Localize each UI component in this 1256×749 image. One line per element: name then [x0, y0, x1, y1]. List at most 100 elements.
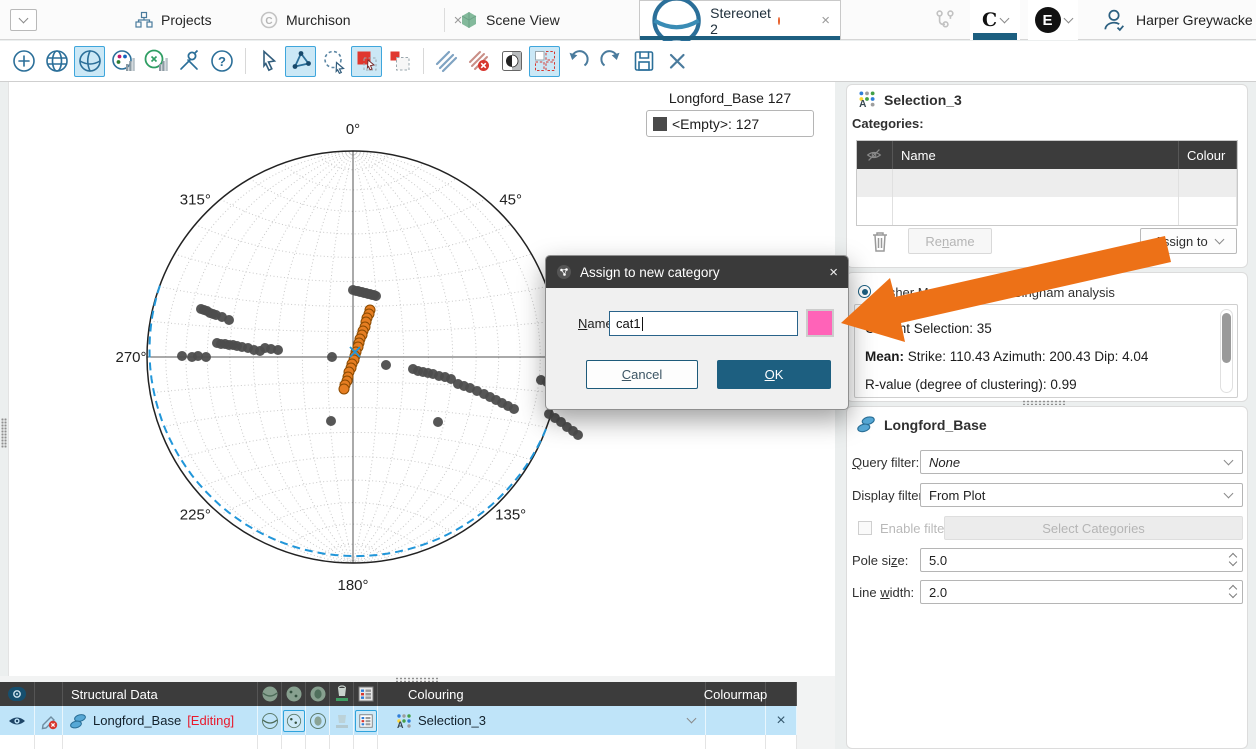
- pole-point[interactable]: [433, 417, 443, 427]
- show-planes-icon[interactable]: .s *,g.s{fill:none;stroke:#2b6f99;stroke…: [430, 46, 461, 77]
- category-colour-swatch[interactable]: [806, 309, 834, 337]
- tab-scene-view[interactable]: Scene View: [450, 0, 570, 40]
- planes-toggle[interactable]: [258, 706, 282, 735]
- legend-swatch-icon: [653, 117, 667, 131]
- dialog-title-bar[interactable]: Assign to new category ×: [546, 256, 848, 288]
- cancel-button[interactable]: Cancel: [586, 360, 698, 389]
- scene-globe-icon[interactable]: .s *,g.s{fill:none;stroke:#2b6f99;stroke…: [41, 46, 72, 77]
- colouring-cell[interactable]: A Selection_3: [378, 706, 706, 735]
- dialog-title: Assign to new category: [580, 265, 720, 280]
- enable-filter-label: Enable filter:: [880, 521, 952, 536]
- statistics-icon[interactable]: .s *,g.s{fill:none;stroke:#2b6f99;stroke…: [140, 46, 171, 77]
- eye-slash-icon: [865, 146, 883, 164]
- toolbar-separator: [423, 48, 424, 74]
- chevron-down-icon: [1224, 455, 1234, 465]
- category-row-empty[interactable]: [857, 197, 1237, 225]
- bingham-analysis-radio[interactable]: [993, 285, 1006, 298]
- pole-point[interactable]: [326, 416, 336, 426]
- polyline-select-icon[interactable]: .s *,g.s{fill:none;stroke:#2b6f99;stroke…: [285, 46, 316, 77]
- query-filter-label: Query filter:: [852, 455, 919, 470]
- remove-planes-icon[interactable]: .s *,g.s{fill:none;stroke:#2b6f99;stroke…: [463, 46, 494, 77]
- pole-point[interactable]: [201, 352, 211, 362]
- tab-stereonet-2-active[interactable]: Stereonet 2 ×: [639, 0, 841, 40]
- user-icon[interactable]: [1100, 6, 1128, 34]
- pole-point[interactable]: [224, 315, 234, 325]
- chevron-down-icon: [687, 714, 697, 724]
- dialog-close-icon[interactable]: ×: [829, 264, 838, 281]
- colouring-options-icon[interactable]: .s *,g.s{fill:none;stroke:#2b6f99;stroke…: [107, 46, 138, 77]
- line-width-spinner[interactable]: 2.0: [920, 580, 1243, 604]
- lasso-select-icon[interactable]: .s *,g.s{fill:none;stroke:#2b6f99;stroke…: [318, 46, 349, 77]
- selected-pole-point[interactable]: [339, 384, 349, 394]
- empty-shape-row: [0, 735, 797, 749]
- visibility-cell[interactable]: [0, 706, 35, 735]
- svg-text:A: A: [859, 99, 867, 108]
- object-name: Longford_Base: [93, 713, 181, 728]
- query-filter-combo[interactable]: None: [920, 450, 1243, 474]
- central-menu-button[interactable]: C: [970, 0, 1020, 40]
- svg-text:A: A: [397, 720, 404, 729]
- assign-to-button[interactable]: Assign to: [1140, 228, 1237, 254]
- left-splitter-grip[interactable]: [1, 418, 7, 448]
- contours-sphere-icon: [309, 685, 327, 703]
- azimuth-label: 0°: [346, 121, 360, 138]
- tab-murchison[interactable]: C Murchison ×: [250, 0, 472, 40]
- clear-colouring-button[interactable]: ×: [766, 706, 797, 735]
- colourmap-column-header: Colourmap: [706, 682, 766, 706]
- add-icon[interactable]: .s *,g.s{fill:none;stroke:#2b6f99;stroke…: [8, 46, 39, 77]
- category-row-empty[interactable]: [857, 169, 1237, 197]
- central-active-underline: [973, 33, 1017, 40]
- stereonet-icon[interactable]: .s *,g.s{fill:none;stroke:#2b6f99;stroke…: [74, 46, 105, 77]
- pole-point[interactable]: [573, 430, 583, 440]
- delete-category-button[interactable]: [868, 228, 892, 254]
- poles-sphere-icon: [286, 713, 302, 729]
- grid-select-icon[interactable]: .s *,g.s{fill:none;stroke:#2b6f99;stroke…: [529, 46, 560, 77]
- fisher-mean-radio[interactable]: [858, 285, 871, 298]
- chevron-down-icon: [1063, 13, 1073, 23]
- pole-point[interactable]: [327, 352, 337, 362]
- rect-add-select-icon[interactable]: .s *,g.s{fill:none;stroke:#2b6f99;stroke…: [351, 46, 382, 77]
- paint-toggle[interactable]: [330, 706, 354, 735]
- pole-point[interactable]: [177, 351, 187, 361]
- contours-toggle[interactable]: [306, 706, 330, 735]
- application-window: Projects C Murchison × Scene View Stereo…: [0, 0, 1256, 749]
- collapse-tabs-button[interactable]: [10, 9, 37, 31]
- options-tools-icon[interactable]: .s *,g.s{fill:none;stroke:#2b6f99;stroke…: [173, 46, 204, 77]
- colourmap-cell[interactable]: [706, 706, 766, 735]
- close-icon[interactable]: .s *,g.s{fill:none;stroke:#2b6f99;stroke…: [661, 46, 692, 77]
- scene-view-icon: [460, 11, 478, 29]
- evo-menu-button[interactable]: E: [1028, 0, 1078, 40]
- panel-splitter-grip[interactable]: [1022, 400, 1066, 405]
- save-icon[interactable]: .s *,g.s{fill:none;stroke:#2b6f99;stroke…: [628, 46, 659, 77]
- legend-toggle[interactable]: [354, 706, 378, 735]
- planes-column-header: [258, 682, 282, 706]
- contrast-icon[interactable]: .s *,g.s{fill:none;stroke:#2b6f99;stroke…: [496, 46, 527, 77]
- mean-stat: Mean: Strike: 110.43 Azimuth: 200.43 Dip…: [865, 343, 1211, 371]
- central-project-icon: C: [260, 11, 278, 29]
- azimuth-label: 45°: [499, 191, 522, 208]
- tab-projects[interactable]: Projects: [125, 0, 222, 40]
- stats-scrollbar-thumb[interactable]: [1222, 313, 1231, 363]
- close-tab-icon[interactable]: ×: [821, 12, 830, 29]
- spin-down-icon[interactable]: [1229, 558, 1237, 566]
- ok-button[interactable]: OK: [717, 360, 831, 389]
- category-name-input[interactable]: cat1: [609, 311, 798, 336]
- display-filter-combo[interactable]: From Plot: [920, 483, 1243, 507]
- undo-icon[interactable]: .s *,g.s{fill:none;stroke:#2b6f99;stroke…: [562, 46, 593, 77]
- categories-label: Categories:: [852, 116, 924, 131]
- pole-point[interactable]: [371, 291, 381, 301]
- pole-point[interactable]: [273, 345, 283, 355]
- pole-point[interactable]: [381, 360, 391, 370]
- spin-down-icon[interactable]: [1229, 590, 1237, 598]
- redo-icon[interactable]: .s *,g.s{fill:none;stroke:#2b6f99;stroke…: [595, 46, 626, 77]
- rect-remove-select-icon[interactable]: .s *,g.s{fill:none;stroke:#2b6f99;stroke…: [384, 46, 415, 77]
- help-icon[interactable]: .s *,g.s{fill:none;stroke:#2b6f99;stroke…: [206, 46, 237, 77]
- object-name-cell[interactable]: Longford_Base [Editing]: [63, 706, 258, 735]
- structural-data-header: Structural Data: [63, 682, 258, 706]
- pole-size-spinner[interactable]: 5.0: [920, 548, 1243, 572]
- edit-cell[interactable]: [35, 706, 63, 735]
- select-cursor-icon[interactable]: .s *,g.s{fill:none;stroke:#2b6f99;stroke…: [252, 46, 283, 77]
- branch-icon[interactable]: [932, 7, 958, 33]
- poles-toggle[interactable]: [282, 706, 306, 735]
- pole-point[interactable]: [509, 404, 519, 414]
